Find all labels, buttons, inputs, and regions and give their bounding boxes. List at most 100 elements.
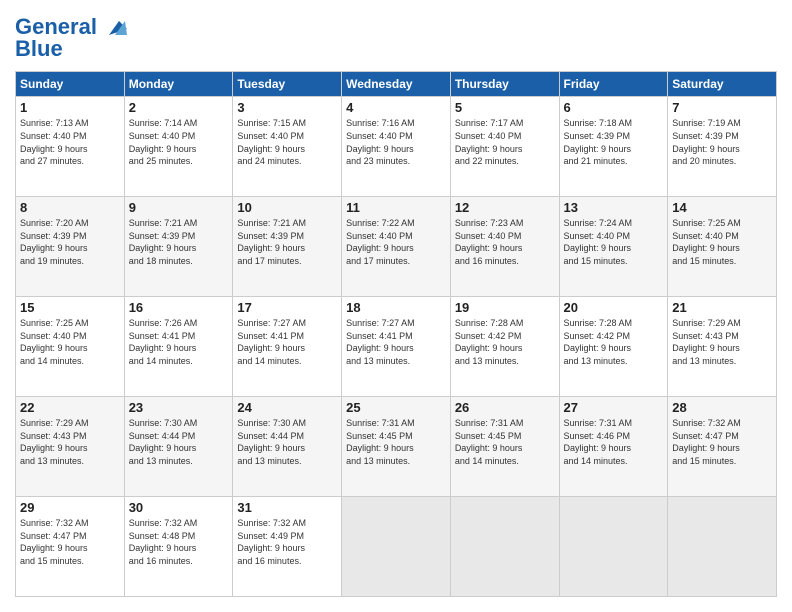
day-number: 19 bbox=[455, 300, 555, 315]
calendar-table: SundayMondayTuesdayWednesdayThursdayFrid… bbox=[15, 71, 777, 597]
calendar-cell: 4 Sunrise: 7:16 AMSunset: 4:40 PMDaylight… bbox=[342, 97, 451, 197]
header: General Blue bbox=[15, 15, 777, 61]
weekday-thursday: Thursday bbox=[450, 72, 559, 97]
cell-info: Sunrise: 7:26 AMSunset: 4:41 PMDaylight:… bbox=[129, 317, 229, 367]
day-number: 14 bbox=[672, 200, 772, 215]
cell-info: Sunrise: 7:32 AMSunset: 4:49 PMDaylight:… bbox=[237, 517, 337, 567]
day-number: 26 bbox=[455, 400, 555, 415]
cell-info: Sunrise: 7:27 AMSunset: 4:41 PMDaylight:… bbox=[237, 317, 337, 367]
cell-info: Sunrise: 7:16 AMSunset: 4:40 PMDaylight:… bbox=[346, 117, 446, 167]
day-number: 17 bbox=[237, 300, 337, 315]
calendar-cell bbox=[450, 497, 559, 597]
weekday-wednesday: Wednesday bbox=[342, 72, 451, 97]
calendar-cell: 2 Sunrise: 7:14 AMSunset: 4:40 PMDaylight… bbox=[124, 97, 233, 197]
cell-info: Sunrise: 7:20 AMSunset: 4:39 PMDaylight:… bbox=[20, 217, 120, 267]
calendar-cell bbox=[559, 497, 668, 597]
day-number: 10 bbox=[237, 200, 337, 215]
cell-info: Sunrise: 7:27 AMSunset: 4:41 PMDaylight:… bbox=[346, 317, 446, 367]
calendar-cell: 20 Sunrise: 7:28 AMSunset: 4:42 PMDayligh… bbox=[559, 297, 668, 397]
cell-info: Sunrise: 7:22 AMSunset: 4:40 PMDaylight:… bbox=[346, 217, 446, 267]
cell-info: Sunrise: 7:21 AMSunset: 4:39 PMDaylight:… bbox=[237, 217, 337, 267]
cell-info: Sunrise: 7:31 AMSunset: 4:45 PMDaylight:… bbox=[346, 417, 446, 467]
calendar-cell bbox=[342, 497, 451, 597]
logo: General Blue bbox=[15, 15, 127, 61]
cell-info: Sunrise: 7:29 AMSunset: 4:43 PMDaylight:… bbox=[20, 417, 120, 467]
cell-info: Sunrise: 7:31 AMSunset: 4:46 PMDaylight:… bbox=[564, 417, 664, 467]
day-number: 15 bbox=[20, 300, 120, 315]
cell-info: Sunrise: 7:30 AMSunset: 4:44 PMDaylight:… bbox=[129, 417, 229, 467]
week-row-3: 15 Sunrise: 7:25 AMSunset: 4:40 PMDayligh… bbox=[16, 297, 777, 397]
day-number: 6 bbox=[564, 100, 664, 115]
day-number: 16 bbox=[129, 300, 229, 315]
weekday-tuesday: Tuesday bbox=[233, 72, 342, 97]
day-number: 28 bbox=[672, 400, 772, 415]
calendar-cell: 24 Sunrise: 7:30 AMSunset: 4:44 PMDayligh… bbox=[233, 397, 342, 497]
calendar-cell: 12 Sunrise: 7:23 AMSunset: 4:40 PMDayligh… bbox=[450, 197, 559, 297]
cell-info: Sunrise: 7:14 AMSunset: 4:40 PMDaylight:… bbox=[129, 117, 229, 167]
logo-blue: Blue bbox=[15, 37, 63, 61]
calendar-cell: 1Sunrise: 7:13 AMSunset: 4:40 PMDaylight… bbox=[16, 97, 125, 197]
calendar-cell: 11 Sunrise: 7:22 AMSunset: 4:40 PMDayligh… bbox=[342, 197, 451, 297]
calendar-cell: 23 Sunrise: 7:30 AMSunset: 4:44 PMDayligh… bbox=[124, 397, 233, 497]
week-row-1: 1Sunrise: 7:13 AMSunset: 4:40 PMDaylight… bbox=[16, 97, 777, 197]
day-number: 4 bbox=[346, 100, 446, 115]
calendar-cell: 21Sunrise: 7:29 AMSunset: 4:43 PMDayligh… bbox=[668, 297, 777, 397]
week-row-4: 22 Sunrise: 7:29 AMSunset: 4:43 PMDayligh… bbox=[16, 397, 777, 497]
cell-info: Sunrise: 7:19 AMSunset: 4:39 PMDaylight:… bbox=[672, 117, 772, 167]
cell-info: Sunrise: 7:23 AMSunset: 4:40 PMDaylight:… bbox=[455, 217, 555, 267]
logo-icon bbox=[105, 17, 127, 39]
day-number: 30 bbox=[129, 500, 229, 515]
cell-info: Sunrise: 7:31 AMSunset: 4:45 PMDaylight:… bbox=[455, 417, 555, 467]
day-number: 20 bbox=[564, 300, 664, 315]
calendar-cell bbox=[668, 497, 777, 597]
day-number: 22 bbox=[20, 400, 120, 415]
day-number: 2 bbox=[129, 100, 229, 115]
calendar-cell: 29 Sunrise: 7:32 AMSunset: 4:47 PMDayligh… bbox=[16, 497, 125, 597]
calendar-page: General Blue SundayMondayTuesdayWednesda… bbox=[0, 0, 792, 612]
day-number: 1 bbox=[20, 100, 120, 115]
weekday-saturday: Saturday bbox=[668, 72, 777, 97]
calendar-cell: 28 Sunrise: 7:32 AMSunset: 4:47 PMDayligh… bbox=[668, 397, 777, 497]
day-number: 24 bbox=[237, 400, 337, 415]
calendar-cell: 30 Sunrise: 7:32 AMSunset: 4:48 PMDayligh… bbox=[124, 497, 233, 597]
calendar-cell: 9 Sunrise: 7:21 AMSunset: 4:39 PMDaylight… bbox=[124, 197, 233, 297]
calendar-cell: 31Sunrise: 7:32 AMSunset: 4:49 PMDayligh… bbox=[233, 497, 342, 597]
weekday-friday: Friday bbox=[559, 72, 668, 97]
day-number: 18 bbox=[346, 300, 446, 315]
day-number: 3 bbox=[237, 100, 337, 115]
cell-info: Sunrise: 7:17 AMSunset: 4:40 PMDaylight:… bbox=[455, 117, 555, 167]
cell-info: Sunrise: 7:24 AMSunset: 4:40 PMDaylight:… bbox=[564, 217, 664, 267]
cell-info: Sunrise: 7:29 AMSunset: 4:43 PMDaylight:… bbox=[672, 317, 772, 367]
day-number: 13 bbox=[564, 200, 664, 215]
day-number: 8 bbox=[20, 200, 120, 215]
day-number: 27 bbox=[564, 400, 664, 415]
calendar-cell: 6 Sunrise: 7:18 AMSunset: 4:39 PMDaylight… bbox=[559, 97, 668, 197]
week-row-5: 29 Sunrise: 7:32 AMSunset: 4:47 PMDayligh… bbox=[16, 497, 777, 597]
calendar-cell: 13 Sunrise: 7:24 AMSunset: 4:40 PMDayligh… bbox=[559, 197, 668, 297]
cell-info: Sunrise: 7:32 AMSunset: 4:48 PMDaylight:… bbox=[129, 517, 229, 567]
cell-info: Sunrise: 7:28 AMSunset: 4:42 PMDaylight:… bbox=[455, 317, 555, 367]
cell-info: Sunrise: 7:30 AMSunset: 4:44 PMDaylight:… bbox=[237, 417, 337, 467]
cell-info: Sunrise: 7:32 AMSunset: 4:47 PMDaylight:… bbox=[20, 517, 120, 567]
cell-info: Sunrise: 7:21 AMSunset: 4:39 PMDaylight:… bbox=[129, 217, 229, 267]
day-number: 12 bbox=[455, 200, 555, 215]
cell-info: Sunrise: 7:28 AMSunset: 4:42 PMDaylight:… bbox=[564, 317, 664, 367]
week-row-2: 8 Sunrise: 7:20 AMSunset: 4:39 PMDaylight… bbox=[16, 197, 777, 297]
cell-info: Sunrise: 7:32 AMSunset: 4:47 PMDaylight:… bbox=[672, 417, 772, 467]
calendar-cell: 7Sunrise: 7:19 AMSunset: 4:39 PMDaylight… bbox=[668, 97, 777, 197]
cell-info: Sunrise: 7:18 AMSunset: 4:39 PMDaylight:… bbox=[564, 117, 664, 167]
day-number: 23 bbox=[129, 400, 229, 415]
cell-info: Sunrise: 7:25 AMSunset: 4:40 PMDaylight:… bbox=[672, 217, 772, 267]
calendar-cell: 27 Sunrise: 7:31 AMSunset: 4:46 PMDayligh… bbox=[559, 397, 668, 497]
cell-info: Sunrise: 7:25 AMSunset: 4:40 PMDaylight:… bbox=[20, 317, 120, 367]
weekday-sunday: Sunday bbox=[16, 72, 125, 97]
calendar-cell: 15 Sunrise: 7:25 AMSunset: 4:40 PMDayligh… bbox=[16, 297, 125, 397]
day-number: 29 bbox=[20, 500, 120, 515]
calendar-cell: 16 Sunrise: 7:26 AMSunset: 4:41 PMDayligh… bbox=[124, 297, 233, 397]
day-number: 25 bbox=[346, 400, 446, 415]
day-number: 9 bbox=[129, 200, 229, 215]
day-number: 11 bbox=[346, 200, 446, 215]
calendar-cell: 14 Sunrise: 7:25 AMSunset: 4:40 PMDayligh… bbox=[668, 197, 777, 297]
calendar-cell: 3Sunrise: 7:15 AMSunset: 4:40 PMDaylight… bbox=[233, 97, 342, 197]
calendar-cell: 8 Sunrise: 7:20 AMSunset: 4:39 PMDaylight… bbox=[16, 197, 125, 297]
